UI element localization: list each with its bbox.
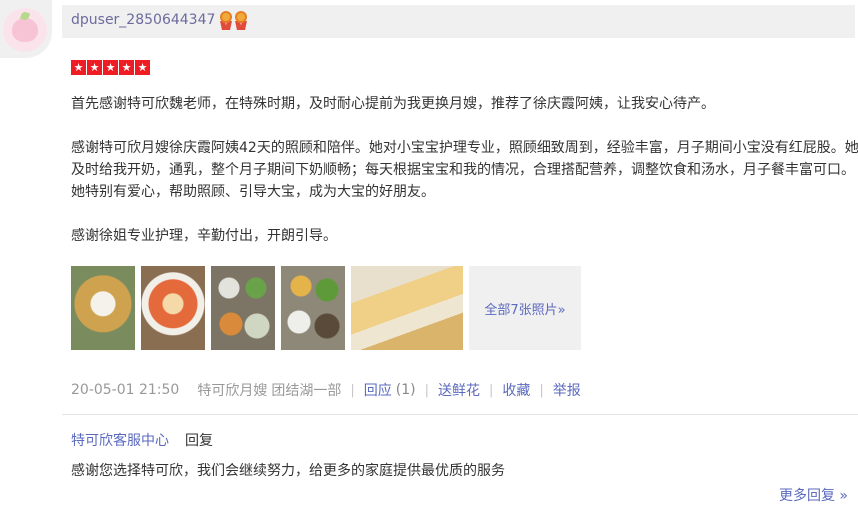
star-icon: ★ xyxy=(87,60,102,75)
separator: | xyxy=(488,382,494,398)
more-replies-link[interactable]: 更多回复 » xyxy=(779,485,848,505)
soup-bowl-photo[interactable] xyxy=(141,266,205,350)
reply-count: (1) xyxy=(395,382,416,398)
meal-dishes-photo[interactable] xyxy=(211,266,275,350)
photo-gallery: 全部7张照片» xyxy=(71,266,581,350)
avatar[interactable] xyxy=(0,0,52,58)
review-date: 20-05-01 21:50 xyxy=(71,382,180,398)
review-paragraph: 感谢徐姐专业护理，辛勤付出，开朗引导。 xyxy=(71,228,337,244)
meal-dishes-photo[interactable] xyxy=(281,266,345,350)
report-link[interactable]: 举报 xyxy=(553,380,581,400)
pancake-and-egg-photo[interactable] xyxy=(71,266,135,350)
review-meta: 20-05-01 21:50 特可欣月嫂 团结湖一部 | 回应 (1) | 送鲜… xyxy=(71,381,581,399)
medal-icon xyxy=(219,11,233,31)
star-icon: ★ xyxy=(71,60,86,75)
peach-avatar-icon xyxy=(3,8,47,52)
star-rating: ★ ★ ★ ★ ★ xyxy=(71,60,150,75)
star-icon: ★ xyxy=(135,60,150,75)
branch-name: 团结湖一部 xyxy=(271,383,342,399)
nanny-name: 特可欣月嫂 xyxy=(197,383,268,399)
star-icon: ★ xyxy=(103,60,118,75)
merchant-name-link[interactable]: 特可欣客服中心 xyxy=(71,430,169,450)
merchant-reply-text: 感谢您选择特可欣，我们会继续努力，给更多的家庭提供最优质的服务 xyxy=(71,463,505,479)
reply-link[interactable]: 回应 xyxy=(364,380,392,400)
separator: | xyxy=(539,382,544,398)
reply-header: 特可欣客服中心 回复 xyxy=(71,430,213,450)
all-photos-link[interactable]: 全部7张照片» xyxy=(469,266,581,350)
divider xyxy=(62,414,858,415)
review-header: dpuser_2850644347 xyxy=(62,5,855,38)
review-paragraph: 首先感谢特可欣魏老师，在特殊时期，及时耐心提前为我更换月嫂，推荐了徐庆霞阿姨，让… xyxy=(71,96,715,112)
reply-verb: 回复 xyxy=(185,433,213,449)
toast-plate-photo[interactable] xyxy=(351,266,463,350)
review-text: 首先感谢特可欣魏老师，在特殊时期，及时耐心提前为我更换月嫂，推荐了徐庆霞阿姨，让… xyxy=(71,93,858,247)
username-link[interactable]: dpuser_2850644347 xyxy=(71,12,215,28)
star-icon: ★ xyxy=(119,60,134,75)
send-flower-link[interactable]: 送鲜花 xyxy=(438,380,480,400)
separator: | xyxy=(424,382,429,398)
separator: | xyxy=(350,382,355,398)
medal-icon xyxy=(234,11,248,31)
favorite-link[interactable]: 收藏 xyxy=(502,380,530,400)
user-medals xyxy=(219,11,248,31)
review-paragraph: 感谢特可欣月嫂徐庆霞阿姨42天的照顾和陪伴。她对小宝宝护理专业，照顾细致周到，经… xyxy=(71,140,858,200)
